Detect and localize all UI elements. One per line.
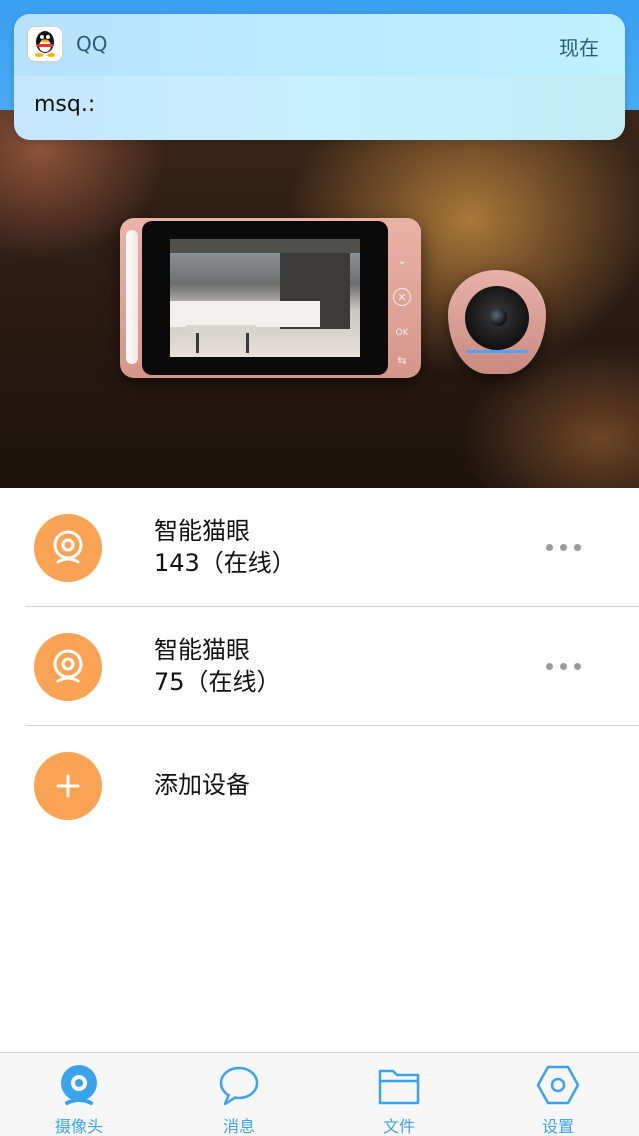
more-options-icon[interactable] (540, 536, 588, 560)
tab-label: 消息 (222, 1117, 255, 1136)
notification-time: 现在 (559, 36, 599, 60)
tab-label: 摄像头 (54, 1117, 103, 1136)
folder-icon (377, 1063, 421, 1107)
camera-icon (57, 1063, 101, 1107)
device-row[interactable]: 智能猫眼 143（在线） (0, 488, 639, 607)
device-name: 智能猫眼 (154, 517, 250, 545)
peephole-camera-image (448, 270, 546, 374)
tab-messages[interactable]: 消息 (179, 1053, 299, 1136)
device-status: 75（在线） (154, 668, 281, 696)
plus-icon (34, 752, 102, 820)
chat-bubble-icon (217, 1063, 261, 1107)
door-monitor-image: ⌄ ✕ OK ⇆ (120, 218, 421, 378)
add-device-row[interactable]: 添加设备 (0, 726, 639, 845)
qq-app-icon (27, 26, 63, 62)
push-notification[interactable]: QQ 现在 msq.: (14, 14, 625, 140)
tab-files[interactable]: 文件 (339, 1053, 459, 1136)
webcam-icon (34, 514, 102, 582)
tab-bar: 摄像头 消息 文件 设置 (0, 1052, 639, 1136)
settings-hexagon-icon (536, 1063, 580, 1107)
device-status: 143（在线） (154, 549, 296, 577)
tab-settings[interactable]: 设置 (498, 1053, 618, 1136)
add-device-label: 添加设备 (154, 771, 250, 799)
tab-camera[interactable]: 摄像头 (19, 1053, 139, 1136)
hero-banner: ⌄ ✕ OK ⇆ (0, 110, 639, 488)
more-options-icon[interactable] (540, 655, 588, 679)
device-row[interactable]: 智能猫眼 75（在线） (0, 607, 639, 726)
notification-message: msq.: (34, 92, 96, 117)
device-name: 智能猫眼 (154, 636, 250, 664)
webcam-icon (34, 633, 102, 701)
notification-app-name: QQ (76, 32, 108, 56)
tab-label: 文件 (382, 1117, 415, 1136)
tab-label: 设置 (541, 1117, 574, 1136)
